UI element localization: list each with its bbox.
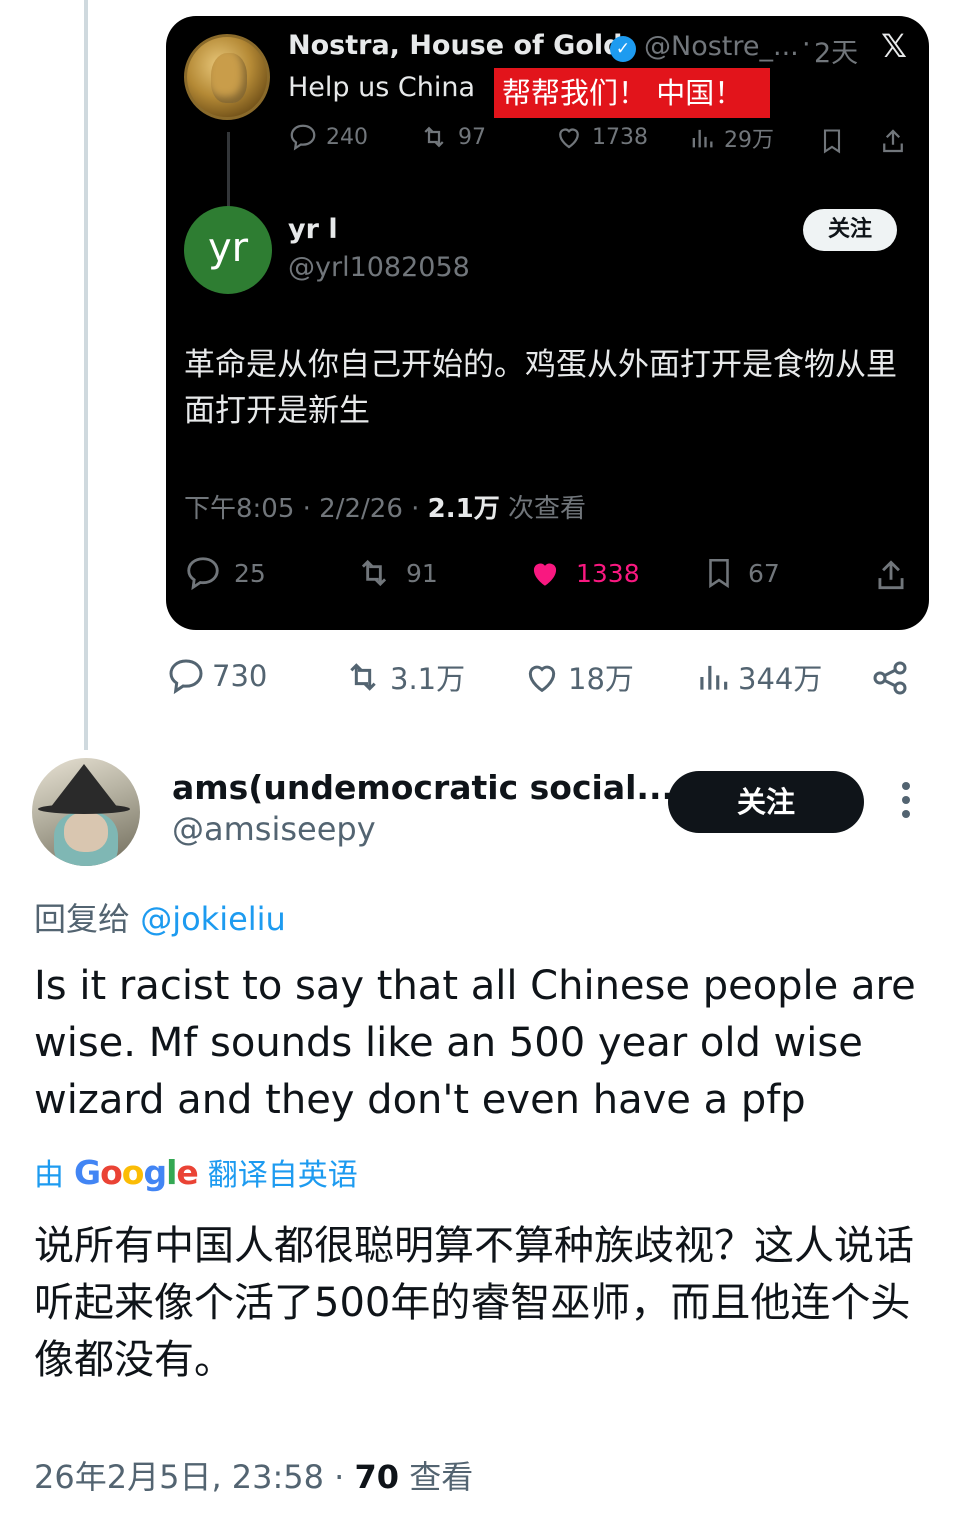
share-icon[interactable] xyxy=(872,556,910,594)
parent-reply-count: 240 xyxy=(326,124,368,150)
thread-line xyxy=(84,0,88,750)
parent-repost-stat[interactable]: 97 xyxy=(418,122,486,152)
post-repost-stat[interactable]: 3.1万 xyxy=(342,656,465,698)
post-actions-row: 730 3.1万 18万 344万 xyxy=(166,656,916,704)
reply-meta: 26年2月5日, 23:58 · 70 查看 xyxy=(34,1452,473,1498)
bookmark-icon xyxy=(709,558,729,589)
reply-user-name[interactable]: ams(undemocratic social... xyxy=(172,768,674,807)
views-icon xyxy=(692,129,713,148)
translate-suffix: 翻译自英语 xyxy=(207,1158,358,1193)
like-icon xyxy=(559,128,579,149)
reply-view-count: 70 xyxy=(354,1458,400,1496)
separator-dot: · xyxy=(802,29,811,60)
views-icon xyxy=(700,665,728,690)
replying-to: 回复给 @jokieliu xyxy=(34,894,286,940)
share-icon[interactable] xyxy=(870,658,910,698)
parent-views-count: 29万 xyxy=(724,128,774,153)
parent-post-age: 2天 xyxy=(814,38,859,69)
post-time-date: 下午8:05 · 2/2/26 · xyxy=(184,494,428,524)
reply-repost-stat[interactable]: 91 xyxy=(354,554,438,592)
parent-author-name[interactable]: Nostra, House of Gold xyxy=(288,30,622,61)
reply-actions-row: 25 91 1338 67 xyxy=(184,554,914,598)
parent-author-handle[interactable]: @Nostre_... xyxy=(644,31,799,62)
repost-icon xyxy=(361,559,387,587)
reply-icon xyxy=(290,124,316,151)
bookmark-icon[interactable] xyxy=(818,126,846,156)
reply-bookmark-count: 67 xyxy=(748,558,780,588)
repost-icon xyxy=(424,126,444,148)
like-icon xyxy=(528,665,556,693)
reply-user-avatar[interactable] xyxy=(32,758,140,866)
parent-views-stat[interactable]: 29万 xyxy=(688,122,774,154)
reply-text: Is it racist to say that all Chinese peo… xyxy=(34,963,916,1123)
parent-like-stat[interactable]: 1738 xyxy=(554,122,648,152)
verified-badge-icon: ✓ xyxy=(610,36,636,62)
reply-user-handle[interactable]: @amsiseepy xyxy=(172,810,376,848)
translated-text: 说所有中国人都很聪明算不算种族歧视？这人说话听起来像个活了500年的睿智巫师，而… xyxy=(34,1223,914,1383)
post-view-count: 2.1万 xyxy=(427,494,500,524)
post-like-count: 18万 xyxy=(568,662,634,696)
reply-like-count: 1338 xyxy=(576,558,640,588)
parent-post-text: Help us China xyxy=(288,72,476,103)
reply-reply-count: 25 xyxy=(234,558,266,588)
reply-author-avatar[interactable]: yr xyxy=(184,206,272,294)
post-reply-count: 730 xyxy=(212,659,268,693)
translation-overlay-tag: 帮帮我们！ 中国！ xyxy=(494,68,770,118)
post-views-stat[interactable]: 344万 xyxy=(694,656,822,698)
parent-repost-count: 97 xyxy=(458,124,486,150)
mention-link[interactable]: @jokieliu xyxy=(140,900,286,938)
card-thread-line xyxy=(227,132,230,208)
reply-bookmark-stat[interactable]: 67 xyxy=(702,554,780,592)
reply-post-meta: 下午8:05 · 2/2/26 · 2.1万 次查看 xyxy=(184,488,586,525)
reply-reply-stat[interactable]: 25 xyxy=(184,554,266,592)
replying-to-label: 回复给 xyxy=(34,900,141,938)
reply-post-text: 革命是从你自己开始的。鸡蛋从外面打开是食物从里面打开是新生 xyxy=(184,347,897,429)
repost-icon xyxy=(350,663,376,691)
reply-author-name[interactable]: yr l xyxy=(288,214,338,245)
reply-repost-count: 91 xyxy=(406,558,438,588)
like-filled-icon xyxy=(533,563,557,586)
post-views-count: 344万 xyxy=(738,662,823,696)
reply-icon xyxy=(187,557,219,591)
quoted-screenshot-card[interactable]: Nostra, House of Gold ✓ @Nostre_... · 2天… xyxy=(166,16,929,630)
post-views-label: 次查看 xyxy=(499,494,586,524)
x-logo-icon: 𝕏 xyxy=(881,27,907,65)
parent-stats-row: 240 97 1738 29万 xyxy=(288,122,908,166)
parent-like-count: 1738 xyxy=(592,124,648,150)
reply-author-handle[interactable]: @yrl1082058 xyxy=(288,252,470,283)
more-icon[interactable] xyxy=(898,782,914,822)
reply-like-stat[interactable]: 1338 xyxy=(526,554,640,592)
follow-button[interactable]: 关注 xyxy=(803,209,897,251)
parent-avatar[interactable] xyxy=(184,34,270,120)
reply-icon xyxy=(169,659,203,695)
google-logo-icon: Google xyxy=(74,1152,199,1192)
translate-prefix: 由 xyxy=(34,1158,64,1193)
follow-button[interactable]: 关注 xyxy=(668,771,864,833)
reply-timestamp: 26年2月5日, 23:58 · xyxy=(34,1458,355,1496)
share-icon[interactable] xyxy=(878,126,908,156)
translation-attribution[interactable]: 由 Google 翻译自英语 xyxy=(34,1150,358,1194)
post-repost-count: 3.1万 xyxy=(390,662,466,696)
post-like-stat[interactable]: 18万 xyxy=(522,656,634,698)
reply-views-label: 查看 xyxy=(399,1458,474,1496)
parent-reply-stat[interactable]: 240 xyxy=(288,122,368,152)
post-reply-stat[interactable]: 730 xyxy=(166,656,267,696)
